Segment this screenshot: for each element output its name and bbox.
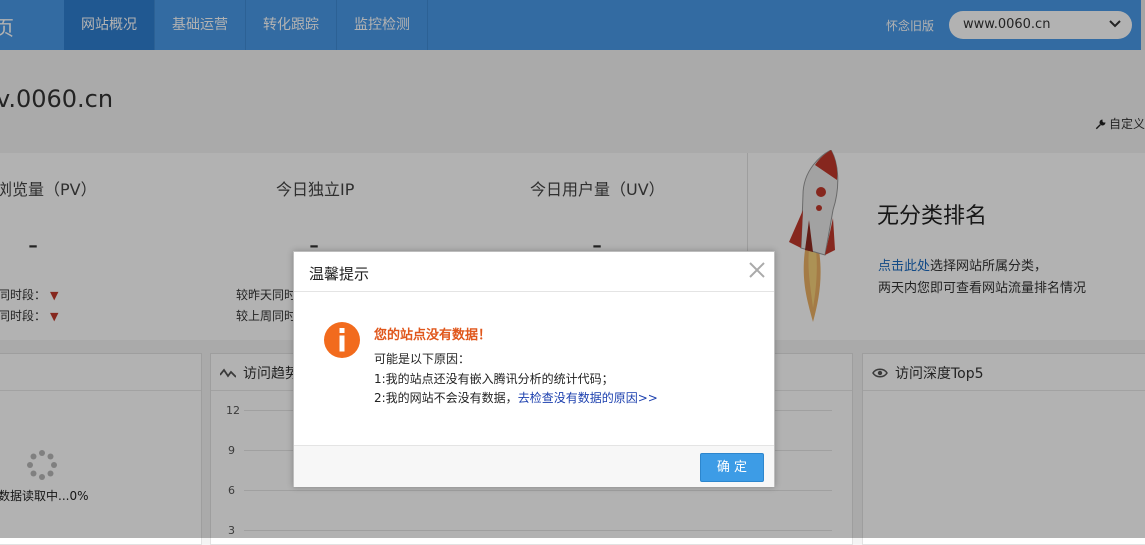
dialog-reason-1: 1:我的站点还没有嵌入腾讯分析的统计代码； (374, 372, 614, 386)
dialog-reason-2: 2:我的网站不会没有数据，去检查没有数据的原因>> (374, 389, 658, 406)
dialog-title: 温馨提示 (309, 265, 370, 283)
dialog-reason-2-text: 2:我的网站不会没有数据， (374, 391, 518, 405)
close-icon[interactable] (746, 259, 768, 281)
dialog-header: 温馨提示 (294, 252, 774, 292)
warning-dialog: 温馨提示 您的站点没有数据！ 可能是以下原因： 1:我的站点还没有嵌入腾讯分析的… (293, 251, 775, 487)
dialog-reason-intro: 可能是以下原因： (374, 352, 471, 366)
ok-button[interactable]: 确 定 (700, 453, 764, 482)
check-reason-link[interactable]: 去检查没有数据的原因>> (518, 391, 658, 405)
info-warning-icon (324, 322, 360, 358)
dialog-headline: 您的站点没有数据！ (374, 328, 492, 343)
